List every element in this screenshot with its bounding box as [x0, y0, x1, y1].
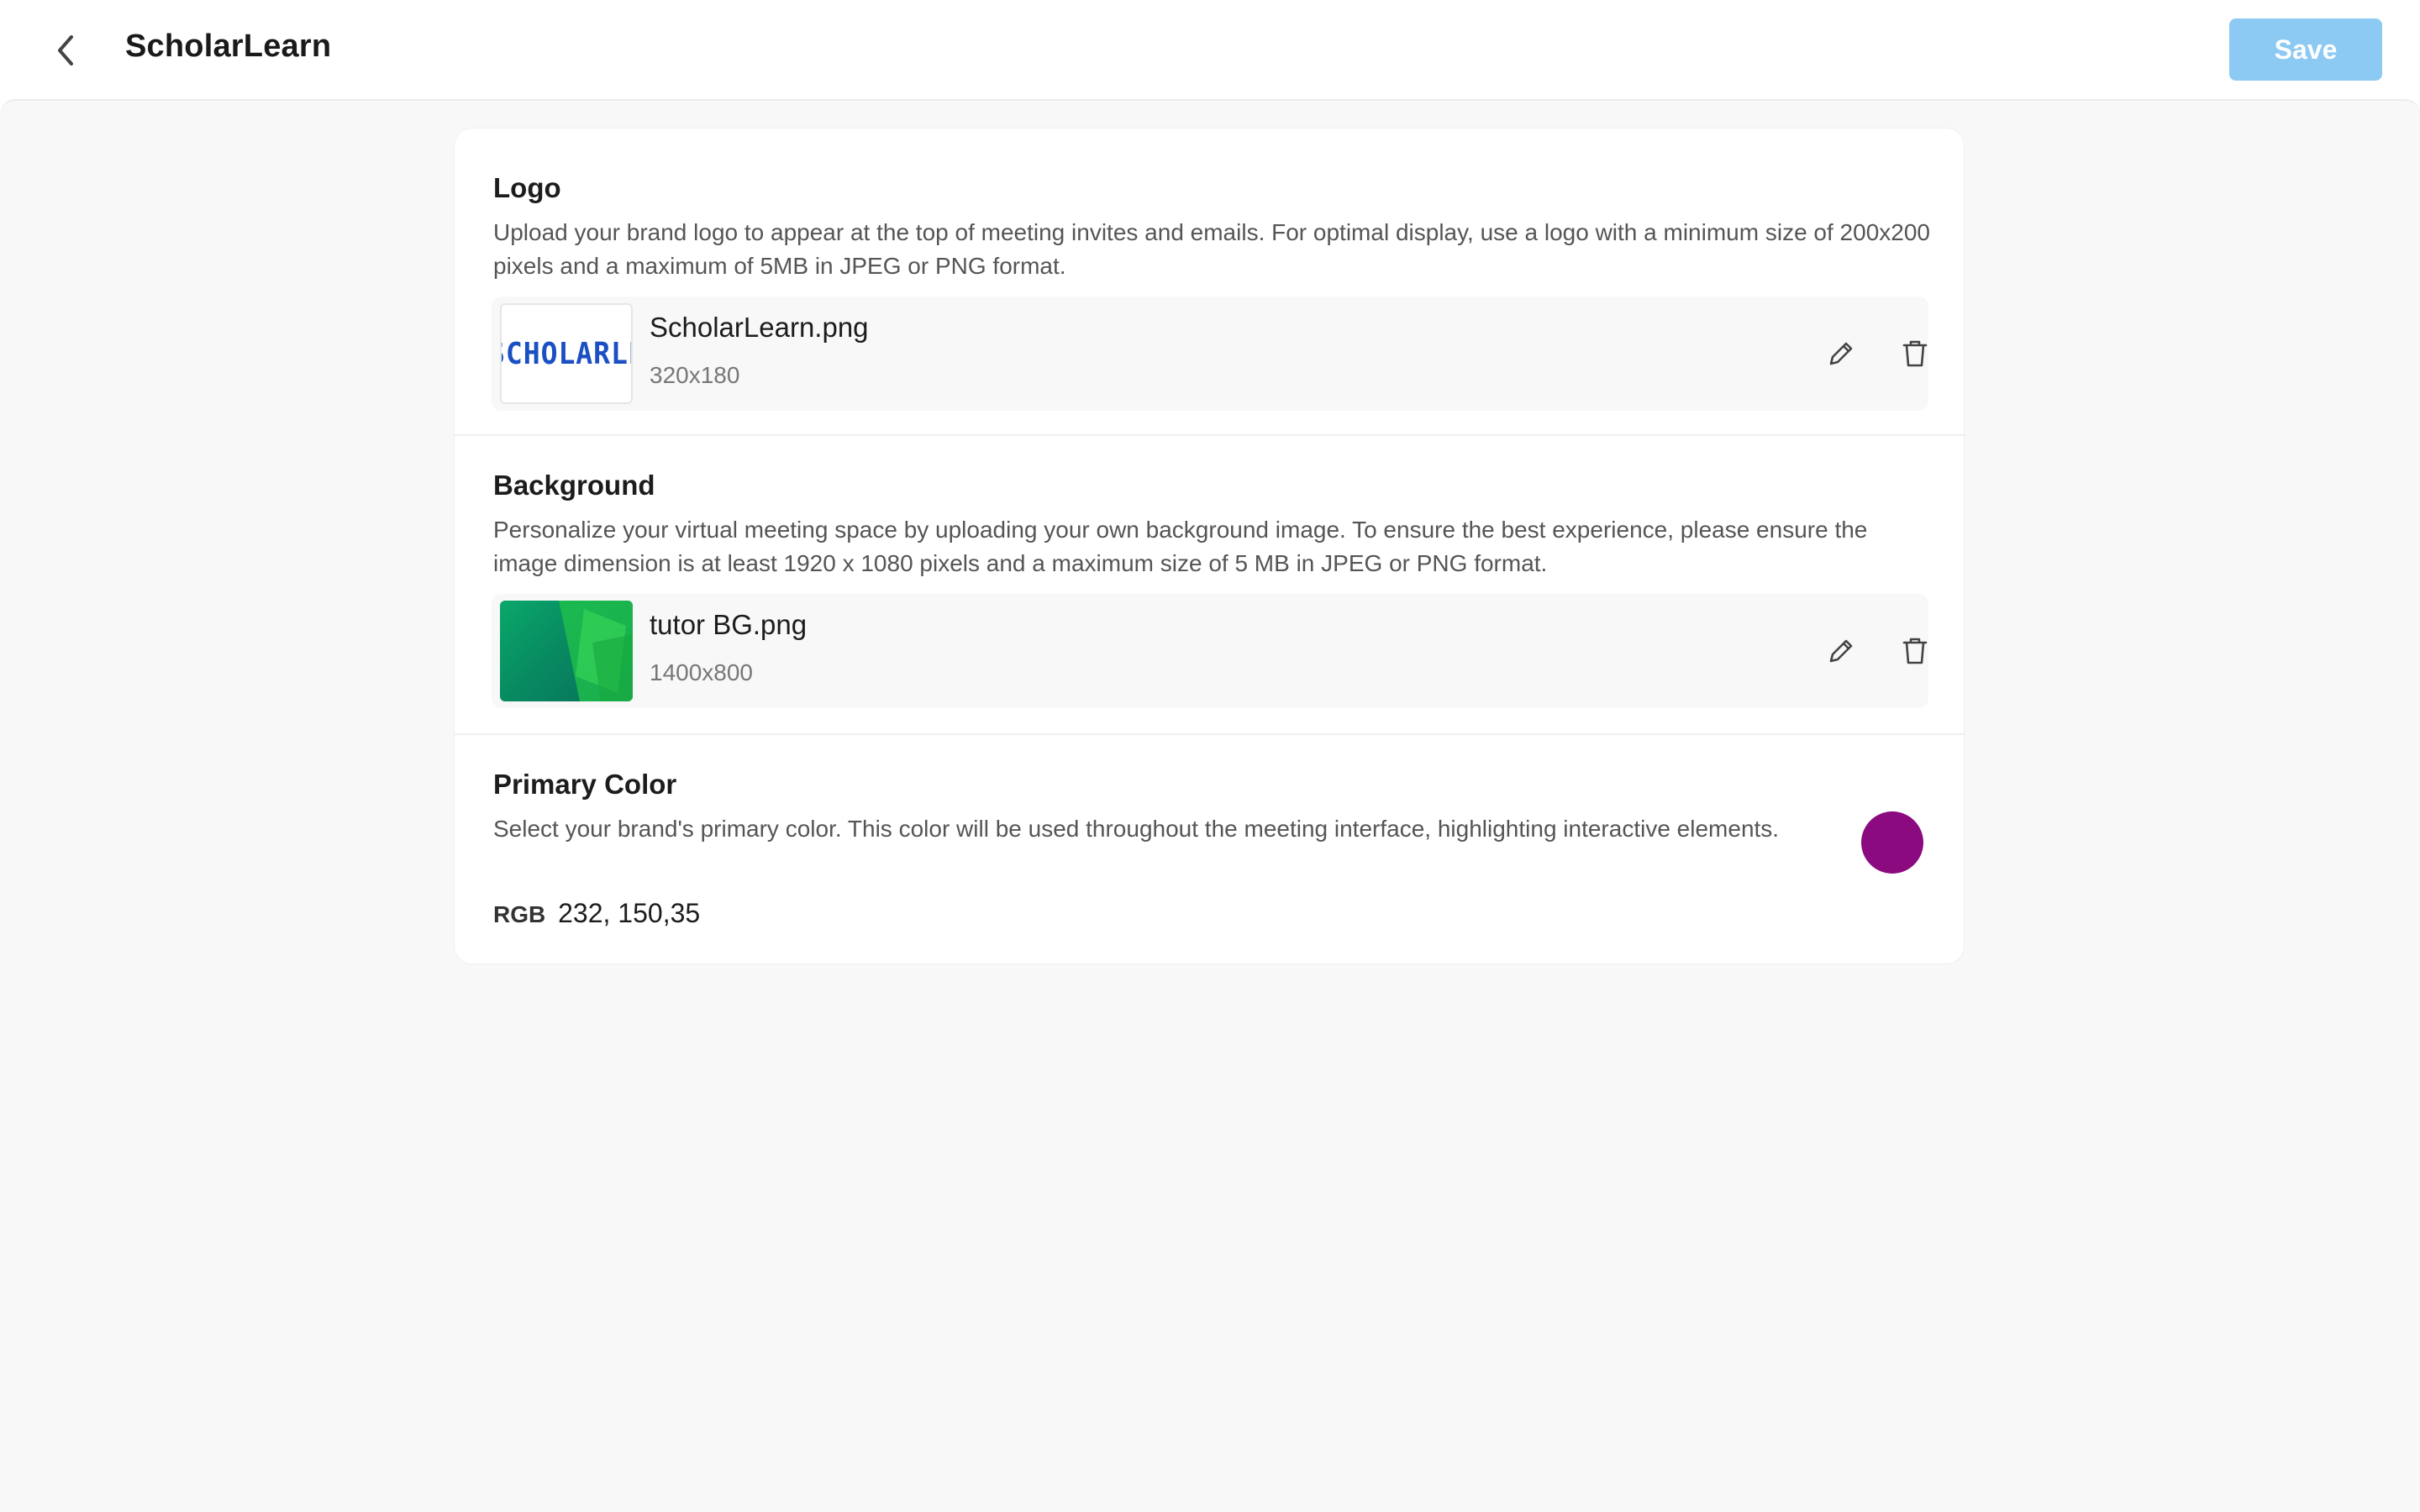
trash-icon — [1902, 638, 1928, 664]
background-section-description: Personalize your virtual meeting space b… — [493, 517, 1868, 576]
pencil-icon — [1829, 342, 1853, 365]
background-thumbnail-art — [559, 601, 633, 701]
primary-color-title: Primary Color — [493, 769, 677, 800]
top-bar: ScholarLearn Save — [0, 0, 2420, 99]
logo-file-dimensions: 320x180 — [650, 362, 740, 388]
rgb-value: 232, 150,35 — [558, 898, 701, 928]
rgb-readout: RGB 232, 150,35 — [493, 898, 700, 929]
page-title: ScholarLearn — [125, 29, 332, 64]
background-section-title: Background — [493, 470, 655, 501]
background-file-dimensions: 1400x800 — [650, 659, 754, 685]
rgb-label: RGB — [493, 901, 546, 927]
logo-edit-button[interactable] — [1819, 332, 1863, 375]
logo-delete-button[interactable] — [1893, 332, 1937, 375]
background-edit-button[interactable] — [1819, 629, 1863, 673]
primary-color-description: Select your brand's primary color. This … — [493, 816, 1780, 842]
background-delete-button[interactable] — [1893, 629, 1937, 673]
background-section: Background Personalize your virtual meet… — [455, 436, 1965, 735]
logo-file-row: SCHOLARLEARN ScholarLearn.png 320x180 — [492, 297, 1928, 411]
primary-color-section: Primary Color Select your brand's primar… — [455, 735, 1965, 965]
background-file-row: tutor BG.png 1400x800 — [492, 594, 1928, 708]
background-file-name: tutor BG.png — [650, 609, 808, 640]
background-thumbnail — [500, 601, 633, 701]
logo-file-name: ScholarLearn.png — [650, 312, 869, 343]
trash-icon — [1902, 340, 1928, 367]
logo-section: Logo Upload your brand logo to appear at… — [455, 129, 1965, 436]
primary-color-swatch[interactable] — [1861, 811, 1923, 874]
logo-thumbnail-text: SCHOLARLEARN — [502, 336, 631, 371]
logo-section-description: Upload your brand logo to appear at the … — [493, 219, 1930, 279]
chevron-left-icon — [58, 35, 73, 66]
save-button[interactable]: Save — [2229, 18, 2382, 81]
logo-section-title: Logo — [493, 172, 561, 203]
branding-card: Logo Upload your brand logo to appear at… — [454, 128, 1965, 964]
logo-thumbnail: SCHOLARLEARN — [500, 303, 633, 404]
pencil-icon — [1829, 639, 1853, 663]
back-button[interactable] — [45, 30, 86, 71]
